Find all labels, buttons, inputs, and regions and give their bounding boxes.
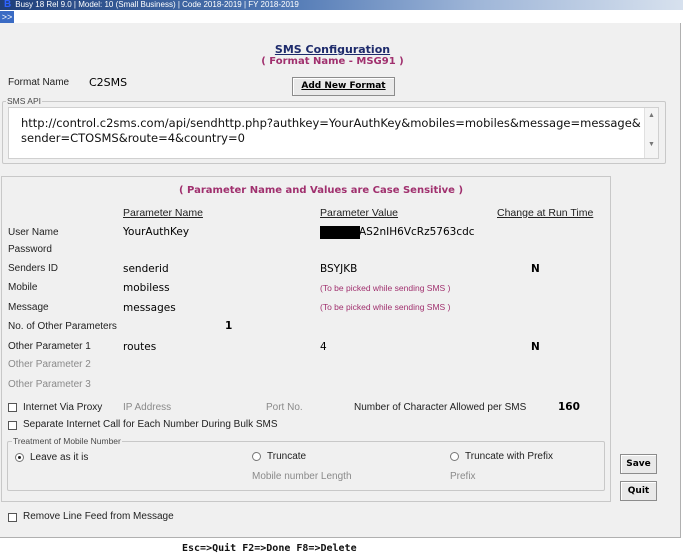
add-new-format-button[interactable]: Add New Format: [292, 77, 395, 96]
message-label: Message: [8, 302, 49, 313]
remove-line-feed-label: Remove Line Feed from Message: [23, 511, 174, 522]
prefix-label: Prefix: [450, 471, 476, 482]
user-name-param-name[interactable]: YourAuthKey: [123, 226, 189, 238]
format-name-value[interactable]: C2SMS: [89, 76, 127, 89]
sms-api-url: http://control.c2sms.com/api/sendhttp.ph…: [21, 116, 641, 145]
truncate-label: Truncate: [267, 451, 307, 462]
mobile-param-name[interactable]: mobiless: [123, 282, 170, 294]
scroll-up-icon[interactable]: ▲: [645, 112, 658, 119]
page-title: SMS Configuration: [274, 43, 391, 56]
column-header-change-at-run-time: Change at Run Time: [497, 207, 594, 219]
shortcut-bar: Esc=>Quit F2=>Done F8=>Delete: [182, 543, 357, 554]
scroll-down-icon[interactable]: ▼: [645, 141, 658, 148]
message-param-note: (To be picked while sending SMS ): [320, 302, 451, 312]
case-sensitive-caption: ( Parameter Name and Values are Case Sen…: [179, 185, 464, 196]
senders-id-label: Senders ID: [8, 263, 59, 274]
column-header-parameter-name: Parameter Name: [123, 207, 203, 219]
senders-id-change-flag[interactable]: N: [531, 263, 540, 275]
internet-via-proxy-checkbox[interactable]: [8, 403, 17, 412]
other-parameter-3-label: Other Parameter 3: [8, 379, 91, 390]
other-parameter-2-label: Other Parameter 2: [8, 359, 91, 370]
sms-api-legend: SMS API: [6, 96, 43, 106]
separate-call-label: Separate Internet Call for Each Number D…: [23, 419, 278, 430]
port-no-label: Port No.: [266, 402, 303, 413]
truncate-radio[interactable]: [252, 452, 261, 461]
other-parameter-1-value[interactable]: 4: [320, 341, 327, 353]
other-parameter-1-label: Other Parameter 1: [8, 341, 91, 352]
senders-id-param-name[interactable]: senderid: [123, 263, 169, 275]
title-bar-text: Busy 18 Rel 9.0 | Model: 10 (Small Busin…: [15, 0, 299, 9]
sms-api-scrollbar[interactable]: ▲ ▼: [644, 108, 658, 158]
redacted-block: [320, 226, 360, 239]
mobile-number-length-label: Mobile number Length: [252, 471, 352, 482]
quit-button[interactable]: Quit: [620, 481, 657, 501]
other-parameter-1-change-flag[interactable]: N: [531, 341, 540, 353]
page-subtitle: ( Format Name - MSG91 ): [261, 56, 404, 67]
treatment-legend: Treatment of Mobile Number: [12, 436, 122, 446]
save-button[interactable]: Save: [620, 454, 657, 474]
other-parameter-1-name[interactable]: routes: [123, 341, 156, 353]
truncate-with-prefix-radio[interactable]: [450, 452, 459, 461]
char-allowed-label: Number of Character Allowed per SMS: [354, 402, 527, 413]
message-param-name[interactable]: messages: [123, 302, 176, 314]
user-name-param-value[interactable]: AS2nIH6VcRz5763cdc: [359, 226, 475, 238]
user-name-label: User Name: [8, 227, 59, 238]
format-name-label: Format Name: [8, 77, 70, 88]
app-logo-icon: B: [4, 0, 12, 10]
leave-as-is-radio[interactable]: [15, 453, 24, 462]
remove-line-feed-checkbox[interactable]: [8, 513, 17, 522]
sms-api-textbox[interactable]: http://control.c2sms.com/api/sendhttp.ph…: [8, 107, 659, 159]
senders-id-param-value[interactable]: BSYJKB: [320, 263, 357, 275]
mobile-label: Mobile: [8, 282, 38, 293]
ip-address-label: IP Address: [123, 402, 172, 413]
window-title-bar: B Busy 18 Rel 9.0 | Model: 10 (Small Busi…: [0, 0, 683, 10]
expand-button[interactable]: >>: [0, 11, 14, 23]
mobile-param-note: (To be picked while sending SMS ): [320, 283, 451, 293]
internet-via-proxy-label: Internet Via Proxy: [23, 402, 103, 413]
truncate-with-prefix-label: Truncate with Prefix: [465, 451, 553, 462]
leave-as-is-label: Leave as it is: [30, 452, 89, 463]
other-params-count-value[interactable]: 1: [225, 320, 232, 332]
password-label: Password: [8, 244, 52, 255]
separate-call-checkbox[interactable]: [8, 421, 17, 430]
char-allowed-value[interactable]: 160: [558, 401, 580, 413]
treatment-group: [7, 441, 605, 491]
column-header-parameter-value: Parameter Value: [320, 207, 399, 219]
other-params-count-label: No. of Other Parameters: [8, 321, 117, 332]
